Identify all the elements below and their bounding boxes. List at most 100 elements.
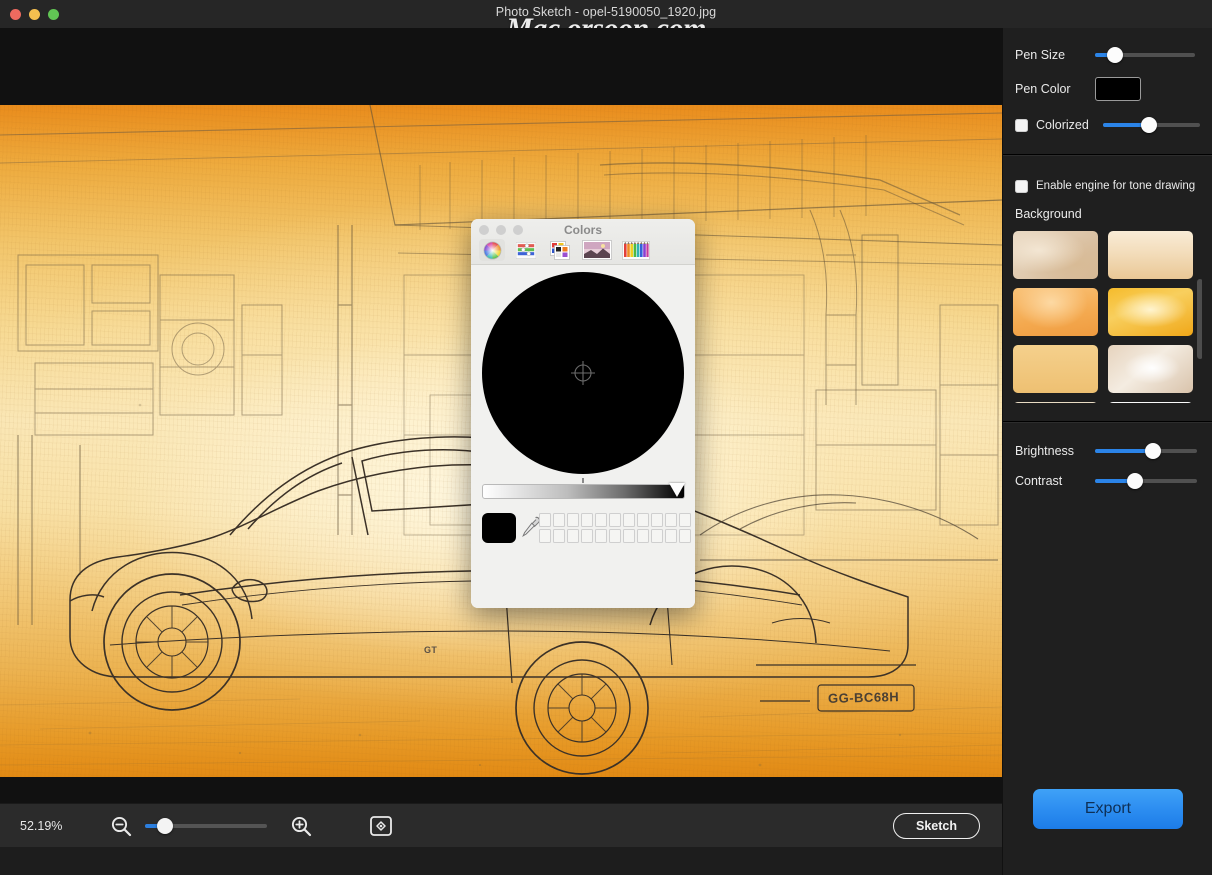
tone-engine-row: Enable engine for tone drawing <box>1003 171 1212 201</box>
image-palettes-tab[interactable] <box>581 239 613 261</box>
color-wheel-picker[interactable] <box>482 272 684 474</box>
contrast-slider[interactable] <box>1095 473 1197 489</box>
adjustments-panel: Brightness Contrast <box>1003 422 1212 496</box>
color-wheel-icon <box>483 241 501 259</box>
window-title: Photo Sketch - opel-5190050_1920.jpg <box>495 5 717 19</box>
swatch-cell[interactable] <box>595 513 607 527</box>
title-bar: Photo Sketch - opel-5190050_1920.jpg <box>0 0 1212 28</box>
background-label-row: Background <box>1003 201 1212 227</box>
pen-size-slider[interactable] <box>1095 47 1195 63</box>
swatch-cell[interactable] <box>623 513 635 527</box>
contrast-row: Contrast <box>1003 466 1212 496</box>
swatch-cell[interactable] <box>679 529 691 543</box>
background-thumb-paper-light-burst[interactable] <box>1108 345 1193 393</box>
colorized-row: Colorized <box>1003 108 1212 142</box>
background-thumb-paper-white-linen[interactable] <box>1108 402 1193 403</box>
pen-size-row: Pen Size <box>1003 40 1212 70</box>
color-wheel-crosshair <box>571 361 595 385</box>
pen-panel: Pen Size Pen Color Colorized <box>1003 28 1212 154</box>
swatch-cell[interactable] <box>609 529 621 543</box>
brightness-row: Brightness <box>1003 436 1212 466</box>
magnifier-plus-icon <box>291 816 312 836</box>
background-thumb-paper-orange-wash[interactable] <box>1013 288 1098 336</box>
sketch-button[interactable]: Sketch <box>893 812 980 839</box>
colorized-label: Colorized <box>1036 118 1089 132</box>
export-button[interactable]: Export <box>1033 789 1183 829</box>
color-palettes-icon <box>550 240 570 260</box>
swatch-cell[interactable] <box>581 529 593 543</box>
contrast-slider-knob[interactable] <box>1127 473 1143 489</box>
tone-background-panel: Enable engine for tone drawing Backgroun… <box>1003 155 1212 421</box>
zoom-in-button[interactable] <box>290 815 312 837</box>
tone-engine-label: Enable engine for tone drawing <box>1036 180 1196 192</box>
swatch-cell[interactable] <box>567 513 579 527</box>
current-color-swatch[interactable] <box>482 513 516 543</box>
tone-engine-checkbox[interactable] <box>1015 179 1028 193</box>
colors-dialog-tabs <box>479 239 651 261</box>
background-thumb-paper-cream-tan[interactable] <box>1108 231 1193 279</box>
swatch-cell[interactable] <box>665 529 677 543</box>
car-badge-text: GT <box>424 645 438 655</box>
swatch-cell[interactable] <box>637 513 649 527</box>
colorized-slider-knob[interactable] <box>1140 117 1157 133</box>
contrast-label: Contrast <box>1015 474 1063 488</box>
swatch-cell[interactable] <box>567 529 579 543</box>
brightness-slider-handle[interactable] <box>669 483 685 497</box>
license-plate-text: GG-BC68H <box>827 689 900 706</box>
image-canvas[interactable]: GG-BC68H GT Colors <box>0 28 1002 803</box>
colors-dialog-titlebar: Colors <box>471 219 695 265</box>
magnifier-minus-icon <box>111 816 132 836</box>
swatch-cell[interactable] <box>623 529 635 543</box>
pen-color-row: Pen Color <box>1003 70 1212 108</box>
swatch-cell[interactable] <box>553 529 565 543</box>
pencils-tab[interactable] <box>621 239 651 261</box>
color-wheel-tab[interactable] <box>479 239 505 261</box>
brightness-slider-knob[interactable] <box>1145 443 1161 459</box>
swatch-cell[interactable] <box>651 513 663 527</box>
background-thumb-paper-flat-amber[interactable] <box>1013 345 1098 393</box>
zoom-slider-knob[interactable] <box>157 817 173 834</box>
swatch-cell[interactable] <box>553 513 565 527</box>
background-scrollbar[interactable] <box>1197 279 1202 359</box>
swatch-cell[interactable] <box>651 529 663 543</box>
background-label: Background <box>1015 207 1082 221</box>
swatch-cell[interactable] <box>679 513 691 527</box>
zoom-percentage-label: 52.19% <box>20 818 63 833</box>
swatch-cell[interactable] <box>539 513 551 527</box>
swatch-cell[interactable] <box>581 513 593 527</box>
colorized-checkbox[interactable] <box>1015 118 1028 132</box>
color-palettes-tab[interactable] <box>547 239 573 261</box>
zoom-slider[interactable] <box>145 817 267 834</box>
color-sliders-tab[interactable] <box>513 239 539 261</box>
background-thumb-paper-pale-sand[interactable] <box>1013 402 1098 403</box>
color-swatch-tray[interactable] <box>539 513 691 543</box>
pen-color-swatch[interactable] <box>1095 77 1141 101</box>
pen-size-slider-knob[interactable] <box>1107 47 1123 63</box>
swatch-cell[interactable] <box>539 529 551 543</box>
brightness-label: Brightness <box>1015 444 1075 458</box>
brightness-slider[interactable] <box>1095 443 1197 459</box>
background-thumb-paper-golden-glow[interactable] <box>1108 288 1193 336</box>
zoom-out-button[interactable] <box>110 815 132 837</box>
swatch-cell[interactable] <box>595 529 607 543</box>
swatch-cell[interactable] <box>665 513 677 527</box>
pencils-icon <box>622 240 650 260</box>
swatch-cell[interactable] <box>637 529 649 543</box>
color-sliders-icon <box>516 241 536 259</box>
colorized-slider[interactable] <box>1102 117 1200 133</box>
bottom-filler <box>0 847 1002 875</box>
colors-dialog-body <box>471 265 695 608</box>
colors-dialog[interactable]: Colors <box>471 219 695 608</box>
brightness-slider-fill <box>1095 449 1151 453</box>
photo-sketch-window: Photo Sketch - opel-5190050_1920.jpg Mac… <box>0 0 1212 875</box>
background-thumb-paper-marble-beige[interactable] <box>1013 231 1098 279</box>
fit-to-screen-button[interactable] <box>369 814 393 838</box>
image-palettes-icon <box>582 240 612 260</box>
brightness-gradient-slider[interactable] <box>482 478 685 499</box>
swatch-cell[interactable] <box>609 513 621 527</box>
brightness-slider-tick <box>582 478 584 483</box>
pen-size-label: Pen Size <box>1015 48 1066 62</box>
background-thumbnails-scroll[interactable] <box>1013 231 1202 403</box>
pen-color-label: Pen Color <box>1015 82 1071 96</box>
eyedropper-icon[interactable] <box>521 515 541 539</box>
